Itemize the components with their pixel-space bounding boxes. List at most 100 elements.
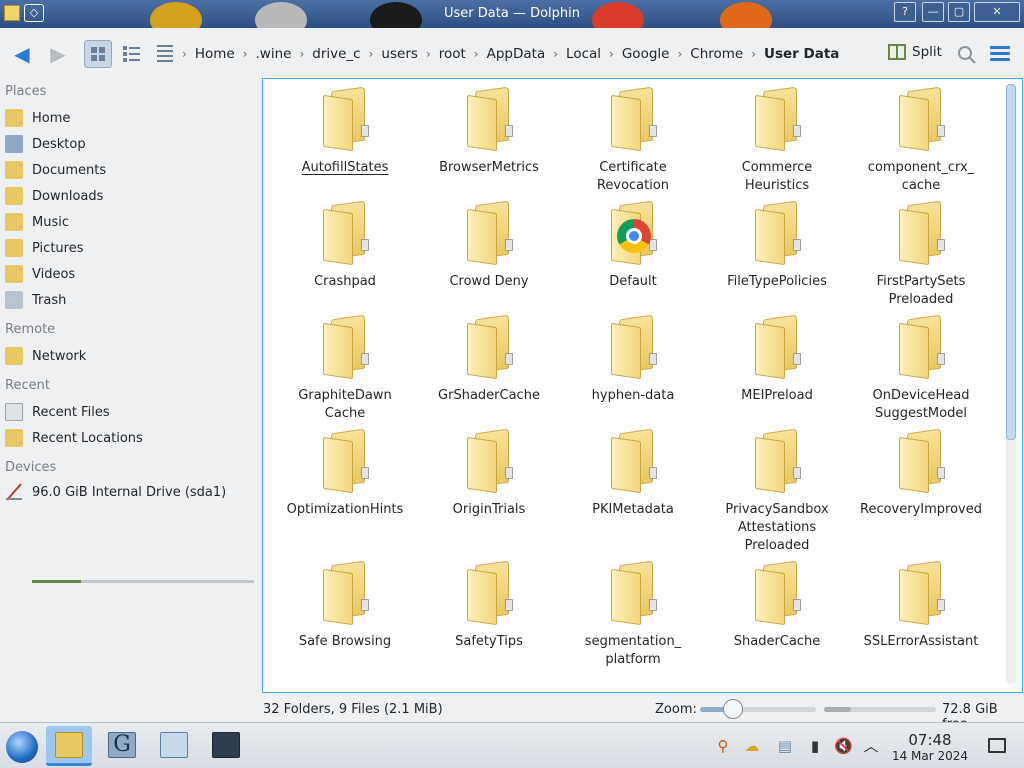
documents-folder-icon bbox=[5, 161, 23, 179]
folder-item[interactable]: Crowd Deny bbox=[417, 200, 561, 315]
sidebar-item-internal-drive[interactable]: 96.0 GiB Internal Drive (sda1) bbox=[5, 481, 255, 503]
vertical-scrollbar[interactable] bbox=[1006, 84, 1016, 684]
folder-item[interactable]: OnDeviceHead SuggestModel bbox=[849, 314, 993, 429]
file-view[interactable]: AutofillStates BrowserMetrics Certificate … bbox=[262, 78, 1023, 693]
folder-summary: 32 Folders, 9 Files (2.1 MiB) bbox=[263, 702, 443, 717]
details-view-button[interactable] bbox=[152, 40, 180, 68]
maximize-button[interactable]: ▢ bbox=[948, 2, 970, 22]
search-button[interactable] bbox=[956, 44, 978, 66]
breadcrumb-google[interactable]: Google bbox=[616, 46, 676, 62]
folder-item[interactable]: Default bbox=[561, 200, 705, 315]
folder-item[interactable]: RecoveryImproved bbox=[849, 428, 993, 543]
folder-name: GraphiteDawn Cache bbox=[298, 388, 392, 421]
sidebar-item-home[interactable]: Home bbox=[5, 107, 255, 129]
folder-item[interactable]: ShaderCache bbox=[705, 560, 849, 675]
folder-grid: AutofillStates BrowserMetrics Certificate … bbox=[273, 86, 1005, 675]
breadcrumb-chrome[interactable]: Chrome bbox=[684, 46, 749, 62]
sidebar-item-trash[interactable]: Trash bbox=[5, 289, 255, 311]
chevron-right-icon: › bbox=[609, 47, 614, 61]
folder-name: Default bbox=[609, 274, 657, 289]
folder-item[interactable]: PrivacySandbox Attestations Preloaded bbox=[705, 428, 849, 561]
task-terminal[interactable] bbox=[203, 726, 249, 766]
breadcrumb-local[interactable]: Local bbox=[560, 46, 607, 62]
folder-icon bbox=[463, 560, 515, 626]
folder-name: OnDeviceHead SuggestModel bbox=[872, 388, 970, 421]
folder-item[interactable]: AutofillStates bbox=[273, 86, 417, 201]
battery-icon[interactable]: ▮ bbox=[806, 737, 824, 755]
folder-icon bbox=[319, 314, 371, 380]
scrollbar-thumb[interactable] bbox=[1006, 84, 1016, 440]
folder-item[interactable]: SafetyTips bbox=[417, 560, 561, 675]
breadcrumb-home[interactable]: Home bbox=[189, 46, 241, 62]
folder-item[interactable]: MEIPreload bbox=[705, 314, 849, 429]
breadcrumb-appdata[interactable]: AppData bbox=[481, 46, 552, 62]
breadcrumb-users[interactable]: users bbox=[375, 46, 423, 62]
folder-name: PKIMetadata bbox=[592, 502, 674, 517]
free-space-fill bbox=[824, 707, 851, 712]
folder-item[interactable]: Crashpad bbox=[273, 200, 417, 315]
sidebar-item-label: Home bbox=[32, 110, 71, 126]
status-bar: 32 Folders, 9 Files (2.1 MiB) Zoom: 72.8… bbox=[0, 696, 1024, 732]
zoom-slider-handle[interactable] bbox=[723, 699, 743, 719]
folder-item[interactable]: Certificate Revocation bbox=[561, 86, 705, 201]
folder-item[interactable]: BrowserMetrics bbox=[417, 86, 561, 201]
chevron-up-icon[interactable]: ︿ bbox=[862, 737, 880, 755]
folder-item[interactable]: hyphen-data bbox=[561, 314, 705, 429]
volume-muted-icon[interactable]: 🔇 bbox=[834, 737, 853, 755]
sidebar-item-recent-locations[interactable]: Recent Locations bbox=[5, 427, 255, 449]
folder-item[interactable]: GrShaderCache bbox=[417, 314, 561, 429]
sidebar-item-videos[interactable]: Videos bbox=[5, 263, 255, 285]
sidebar-item-pictures[interactable]: Pictures bbox=[5, 237, 255, 259]
close-button[interactable]: ✕ bbox=[974, 2, 1020, 22]
clipboard-icon[interactable]: ▤ bbox=[776, 737, 794, 755]
show-desktop-button[interactable] bbox=[988, 738, 1006, 753]
folder-item[interactable]: segmentation_ platform bbox=[561, 560, 705, 675]
help-button[interactable]: ? bbox=[894, 2, 916, 22]
folder-item[interactable]: OptimizationHints bbox=[273, 428, 417, 543]
breadcrumb-wine[interactable]: .wine bbox=[250, 46, 298, 62]
videos-folder-icon bbox=[5, 265, 23, 283]
folder-name: ShaderCache bbox=[733, 634, 821, 649]
arrow-right-icon: ▶ bbox=[50, 42, 66, 66]
sidebar-item-recent-files[interactable]: Recent Files bbox=[5, 401, 255, 423]
task-g-app[interactable]: G bbox=[99, 726, 145, 766]
folder-item[interactable]: Commerce Heuristics bbox=[705, 86, 849, 201]
zoom-slider[interactable] bbox=[700, 707, 816, 712]
breadcrumb-root[interactable]: root bbox=[433, 46, 472, 62]
search-tray-icon[interactable]: ⚲ bbox=[714, 737, 732, 755]
forward-button[interactable]: ▶ bbox=[44, 40, 72, 68]
sidebar-item-network[interactable]: Network bbox=[5, 345, 255, 367]
folder-item[interactable]: GraphiteDawn Cache bbox=[273, 314, 417, 429]
hamburger-menu-icon[interactable] bbox=[990, 46, 1010, 62]
folder-item[interactable]: SSLErrorAssistant bbox=[849, 560, 993, 675]
folder-name: FirstPartySets Preloaded bbox=[876, 274, 966, 307]
folder-item[interactable]: FirstPartySets Preloaded bbox=[849, 200, 993, 315]
folder-item[interactable]: Safe Browsing bbox=[273, 560, 417, 675]
back-button[interactable]: ◀ bbox=[8, 40, 36, 68]
split-button[interactable]: Split bbox=[888, 44, 942, 60]
sidebar-item-desktop[interactable]: Desktop bbox=[5, 133, 255, 155]
minimize-button[interactable]: — bbox=[922, 2, 944, 22]
task-file-manager[interactable] bbox=[46, 726, 92, 766]
task-remote-desktop[interactable] bbox=[151, 726, 197, 766]
sidebar-item-documents[interactable]: Documents bbox=[5, 159, 255, 181]
folder-name: PrivacySandbox Attestations Preloaded bbox=[725, 502, 829, 553]
compact-view-icon bbox=[123, 46, 140, 62]
folder-item[interactable]: OriginTrials bbox=[417, 428, 561, 543]
sidebar-item-label: Downloads bbox=[32, 188, 104, 204]
clock[interactable]: 07:48 14 Mar 2024 bbox=[888, 731, 972, 764]
folder-item[interactable]: FileTypePolicies bbox=[705, 200, 849, 315]
breadcrumb-user-data[interactable]: User Data bbox=[758, 46, 845, 62]
compact-view-button[interactable] bbox=[118, 40, 146, 68]
folder-name: OptimizationHints bbox=[286, 502, 404, 517]
icons-view-button[interactable] bbox=[84, 40, 112, 68]
sidebar-item-music[interactable]: Music bbox=[5, 211, 255, 233]
folder-item[interactable]: PKIMetadata bbox=[561, 428, 705, 543]
weather-icon[interactable]: ☁ bbox=[743, 737, 761, 755]
start-menu-icon[interactable] bbox=[6, 731, 38, 763]
folder-item[interactable]: component_crx_ cache bbox=[849, 86, 993, 201]
sidebar-item-downloads[interactable]: Downloads bbox=[5, 185, 255, 207]
recent-section-title: Recent bbox=[5, 378, 50, 393]
clock-time: 07:48 bbox=[908, 731, 952, 749]
breadcrumb-drive-c[interactable]: drive_c bbox=[306, 46, 366, 62]
